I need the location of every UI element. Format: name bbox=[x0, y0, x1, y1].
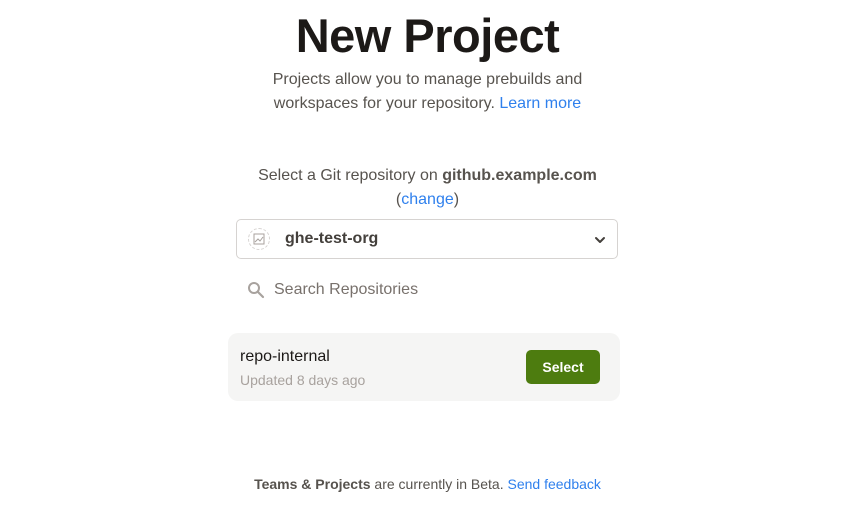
git-provider-line: Select a Git repository on github.exampl… bbox=[0, 164, 849, 212]
select-repository-button[interactable]: Select bbox=[526, 350, 600, 384]
org-selector-dropdown[interactable]: ghe-test-org bbox=[236, 219, 618, 259]
beta-footer: Teams & Projects are currently in Beta. … bbox=[0, 474, 849, 494]
page-subtitle: Projects allow you to manage prebuilds a… bbox=[0, 68, 849, 116]
broken-image-icon bbox=[248, 228, 270, 250]
repository-search bbox=[236, 277, 618, 303]
learn-more-link[interactable]: Learn more bbox=[499, 95, 581, 112]
org-selector-value: ghe-test-org bbox=[285, 230, 379, 247]
change-provider-link[interactable]: change bbox=[401, 191, 454, 208]
git-host: github.example.com bbox=[442, 167, 597, 184]
footer-text: are currently in Beta. bbox=[370, 476, 508, 492]
repository-list-item: repo-internal Updated 8 days ago Select bbox=[228, 333, 620, 401]
change-close-paren: ) bbox=[453, 191, 460, 208]
new-project-page: New Project Projects allow you to manage… bbox=[0, 0, 849, 520]
send-feedback-link[interactable]: Send feedback bbox=[508, 476, 601, 492]
footer-feature-name: Teams & Projects bbox=[254, 476, 371, 492]
subtitle-line2: workspaces for your repository. bbox=[273, 95, 495, 112]
repository-name: repo-internal bbox=[240, 348, 330, 365]
page-title: New Project bbox=[295, 9, 560, 62]
search-repositories-input[interactable] bbox=[274, 277, 604, 303]
subtitle-line1: Projects allow you to manage prebuilds a… bbox=[272, 71, 583, 88]
git-provider-prefix: Select a Git repository on bbox=[258, 167, 443, 184]
repository-updated: Updated 8 days ago bbox=[240, 372, 366, 388]
search-icon bbox=[247, 281, 265, 299]
chevron-down-icon bbox=[593, 233, 607, 247]
